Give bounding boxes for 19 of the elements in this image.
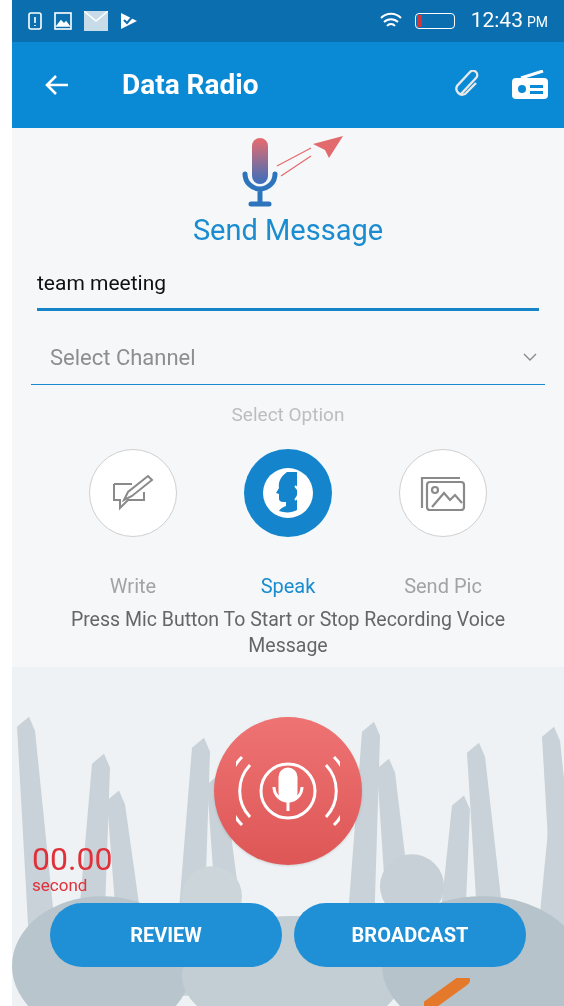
instruction-text: Press Mic Button To Start or Stop Recording Voice Message xyxy=(69,607,507,660)
action-button[interactable]: BROADCAST xyxy=(294,902,526,967)
battery-icon xyxy=(414,13,455,29)
action-button[interactable]: REVIEW xyxy=(50,902,282,967)
image-icon xyxy=(54,12,72,30)
timer-value: 00.00 xyxy=(32,843,114,876)
options-label: Select Option xyxy=(231,401,345,428)
radio-icon xyxy=(511,70,549,100)
channel-dropdown[interactable]: Select Channel xyxy=(31,330,545,385)
checkmark-flag-icon xyxy=(120,12,138,30)
clock: 12:43 PM xyxy=(470,7,548,35)
alert-icon xyxy=(28,12,42,30)
envelope-icon xyxy=(84,11,108,31)
chevron-down-icon xyxy=(523,353,537,362)
screen-heading: Send Message xyxy=(192,212,384,249)
timer-unit: second xyxy=(32,875,89,897)
message-field[interactable]: team meeting xyxy=(37,268,539,311)
app-title: Data Radio xyxy=(122,67,259,103)
back-arrow-icon xyxy=(44,74,70,96)
